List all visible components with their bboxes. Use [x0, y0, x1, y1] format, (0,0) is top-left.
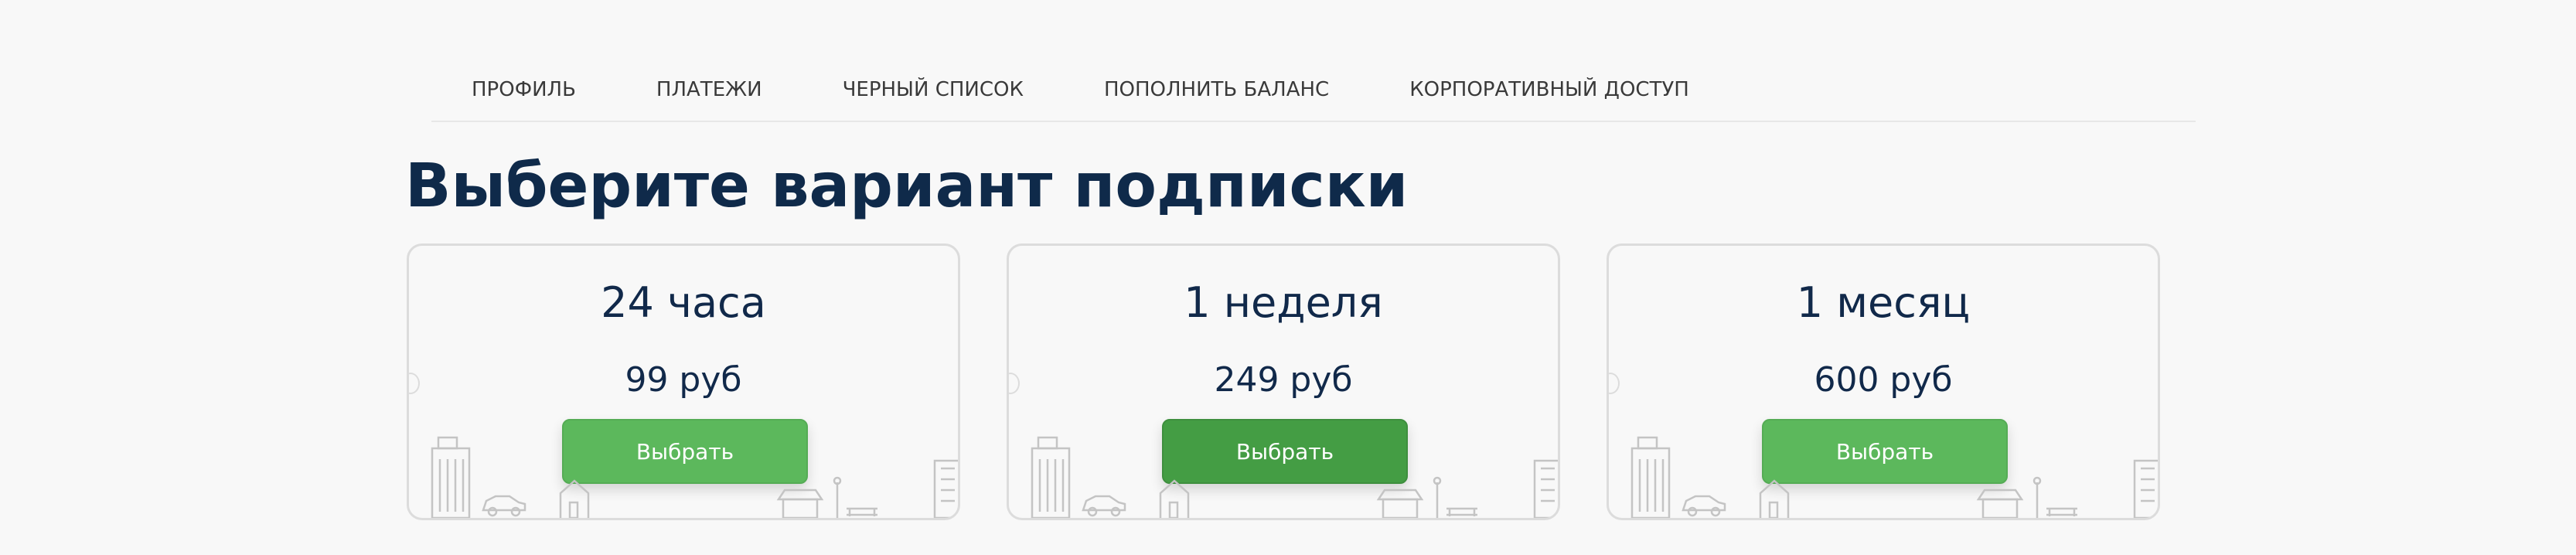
car-icon [482, 495, 526, 517]
tab-corporate-access[interactable]: КОРПОРАТИВНЫЙ ДОСТУП [1369, 59, 1729, 121]
plan-price: 99 руб [625, 360, 742, 400]
car-icon [1082, 495, 1126, 517]
building-icon [1031, 436, 1071, 518]
tower-icon [2133, 459, 2158, 518]
kiosk-icon [1976, 489, 2024, 518]
plan-duration: 1 месяц [1796, 278, 1971, 327]
tower-icon [1533, 459, 1558, 518]
subscription-page: ПРОФИЛЬ ПЛАТЕЖИ ЧЕРНЫЙ СПИСОК ПОПОЛНИТЬ … [0, 0, 2576, 555]
page-title: Выберите вариант подписки [405, 152, 1409, 221]
cityscape-illustration [431, 436, 958, 518]
plan-price: 600 руб [1814, 360, 1953, 400]
bench-icon [1446, 507, 1477, 516]
streetlamp-icon [2033, 476, 2042, 518]
streetlamp-icon [1433, 476, 1442, 518]
building-icon [431, 436, 471, 518]
bench-icon [2046, 507, 2077, 516]
kiosk-icon [776, 489, 824, 518]
tab-blacklist[interactable]: ЧЕРНЫЙ СПИСОК [802, 59, 1064, 121]
house-icon [1159, 479, 1190, 518]
plan-card-1week: 1 неделя 249 руб Выбрать [1007, 243, 1560, 520]
profile-tabs: ПРОФИЛЬ ПЛАТЕЖИ ЧЕРНЫЙ СПИСОК ПОПОЛНИТЬ … [431, 59, 2196, 122]
plan-duration: 1 неделя [1184, 278, 1383, 327]
plan-list: 24 часа 99 руб Выбрать 1 неделя 249 руб … [407, 243, 2160, 520]
house-icon [1759, 479, 1790, 518]
tab-payments[interactable]: ПЛАТЕЖИ [616, 59, 802, 121]
bench-icon [847, 507, 877, 516]
tower-icon [933, 459, 958, 518]
tab-profile[interactable]: ПРОФИЛЬ [431, 59, 616, 121]
cityscape-illustration [1031, 436, 1558, 518]
plan-card-1month: 1 месяц 600 руб Выбрать [1607, 243, 2160, 520]
plan-duration: 24 часа [601, 278, 766, 327]
building-icon [1630, 436, 1671, 518]
streetlamp-icon [833, 476, 842, 518]
kiosk-icon [1376, 489, 1424, 518]
cityscape-illustration [1630, 436, 2158, 518]
plan-card-24h: 24 часа 99 руб Выбрать [407, 243, 960, 520]
plan-price: 249 руб [1214, 360, 1353, 400]
house-icon [559, 479, 590, 518]
car-icon [1682, 495, 1726, 517]
tab-top-up-balance[interactable]: ПОПОЛНИТЬ БАЛАНС [1064, 59, 1369, 121]
